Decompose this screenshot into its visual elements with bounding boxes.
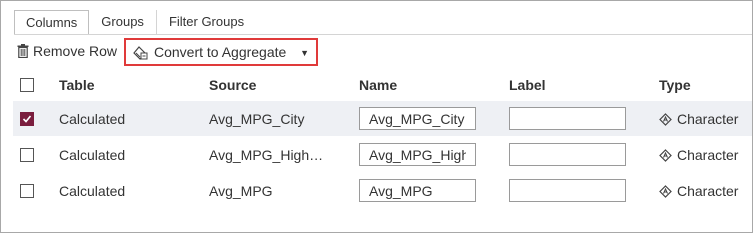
type-label: Character bbox=[677, 147, 739, 163]
column-header-name: Name bbox=[359, 77, 398, 93]
checkmark-icon bbox=[22, 115, 32, 123]
table-row[interactable]: Calculated Avg_MPG_High… Character bbox=[13, 137, 752, 172]
convert-to-aggregate-button[interactable]: Convert to Aggregate ▼ bbox=[124, 38, 318, 66]
aggregate-calculator-icon bbox=[133, 45, 148, 60]
label-input[interactable] bbox=[509, 107, 626, 130]
row-checkbox[interactable] bbox=[20, 112, 34, 126]
label-input[interactable] bbox=[509, 143, 626, 166]
chevron-down-icon[interactable]: ▼ bbox=[300, 48, 309, 58]
type-label: Character bbox=[677, 111, 739, 127]
table-row[interactable]: Calculated Avg_MPG Character bbox=[13, 173, 752, 208]
type-cell: Character bbox=[659, 183, 738, 199]
tab-columns[interactable]: Columns bbox=[14, 10, 90, 35]
column-header-source: Source bbox=[209, 77, 257, 93]
remove-row-label: Remove Row bbox=[33, 43, 118, 59]
character-type-icon bbox=[659, 112, 672, 126]
convert-to-aggregate-label: Convert to Aggregate bbox=[154, 44, 287, 60]
tab-divider bbox=[14, 34, 752, 35]
tab-bar: Columns Groups Filter Groups bbox=[14, 10, 256, 35]
name-input[interactable] bbox=[359, 179, 476, 202]
table-cell: Calculated bbox=[59, 183, 126, 199]
column-header-table: Table bbox=[59, 77, 95, 93]
trash-icon bbox=[17, 44, 29, 58]
tab-filter-groups[interactable]: Filter Groups bbox=[157, 10, 256, 35]
label-input[interactable] bbox=[509, 179, 626, 202]
type-cell: Character bbox=[659, 111, 738, 127]
table-cell: Calculated bbox=[59, 111, 126, 127]
select-all-checkbox[interactable] bbox=[20, 78, 34, 92]
remove-row-button[interactable]: Remove Row bbox=[17, 41, 117, 61]
name-input[interactable] bbox=[359, 107, 476, 130]
column-header-type: Type bbox=[659, 77, 691, 93]
column-header-label: Label bbox=[509, 77, 546, 93]
character-type-icon bbox=[659, 148, 672, 162]
row-checkbox[interactable] bbox=[20, 148, 34, 162]
source-cell: Avg_MPG bbox=[209, 183, 273, 199]
table-cell: Calculated bbox=[59, 147, 126, 163]
table-row[interactable]: Calculated Avg_MPG_City Character bbox=[13, 101, 752, 136]
type-cell: Character bbox=[659, 147, 738, 163]
columns-panel: Columns Groups Filter Groups Remove Row … bbox=[0, 0, 753, 233]
name-input[interactable] bbox=[359, 143, 476, 166]
tab-groups[interactable]: Groups bbox=[89, 10, 157, 35]
character-type-icon bbox=[659, 184, 672, 198]
source-cell: Avg_MPG_High… bbox=[209, 147, 324, 163]
row-checkbox[interactable] bbox=[20, 184, 34, 198]
source-cell: Avg_MPG_City bbox=[209, 111, 305, 127]
type-label: Character bbox=[677, 183, 739, 199]
